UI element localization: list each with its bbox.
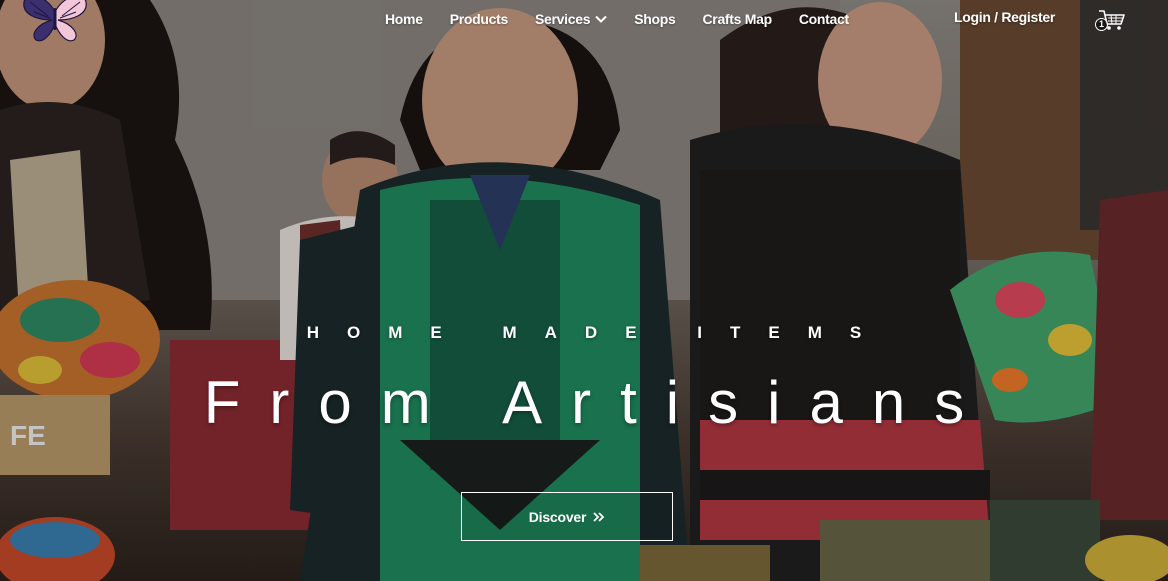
cart-count-badge: 1 [1095, 18, 1108, 31]
double-chevron-right-icon [593, 509, 605, 525]
nav-services-label: Services [534, 11, 591, 27]
discover-button[interactable]: Discover [461, 492, 673, 541]
hero-subtitle: HOME MADE ITEMS [306, 323, 890, 342]
nav-crafts-map[interactable]: Crafts Map [702, 11, 772, 27]
login-register-link[interactable]: Login / Register [954, 9, 1055, 25]
chevron-down-icon [595, 15, 607, 23]
nav-services[interactable]: Services [535, 11, 607, 27]
nav-shops[interactable]: Shops [634, 11, 676, 27]
hero-title: From Artisians [203, 369, 994, 436]
nav-products[interactable]: Products [450, 11, 509, 27]
discover-button-label: Discover [528, 508, 587, 525]
cart-button[interactable]: 1 [1094, 8, 1126, 34]
nav-home[interactable]: Home [385, 11, 423, 27]
butterfly-logo-icon[interactable] [18, 0, 92, 42]
main-navigation: Home Products Services Shops Crafts Map … [385, 9, 876, 29]
nav-contact[interactable]: Contact [799, 11, 849, 27]
